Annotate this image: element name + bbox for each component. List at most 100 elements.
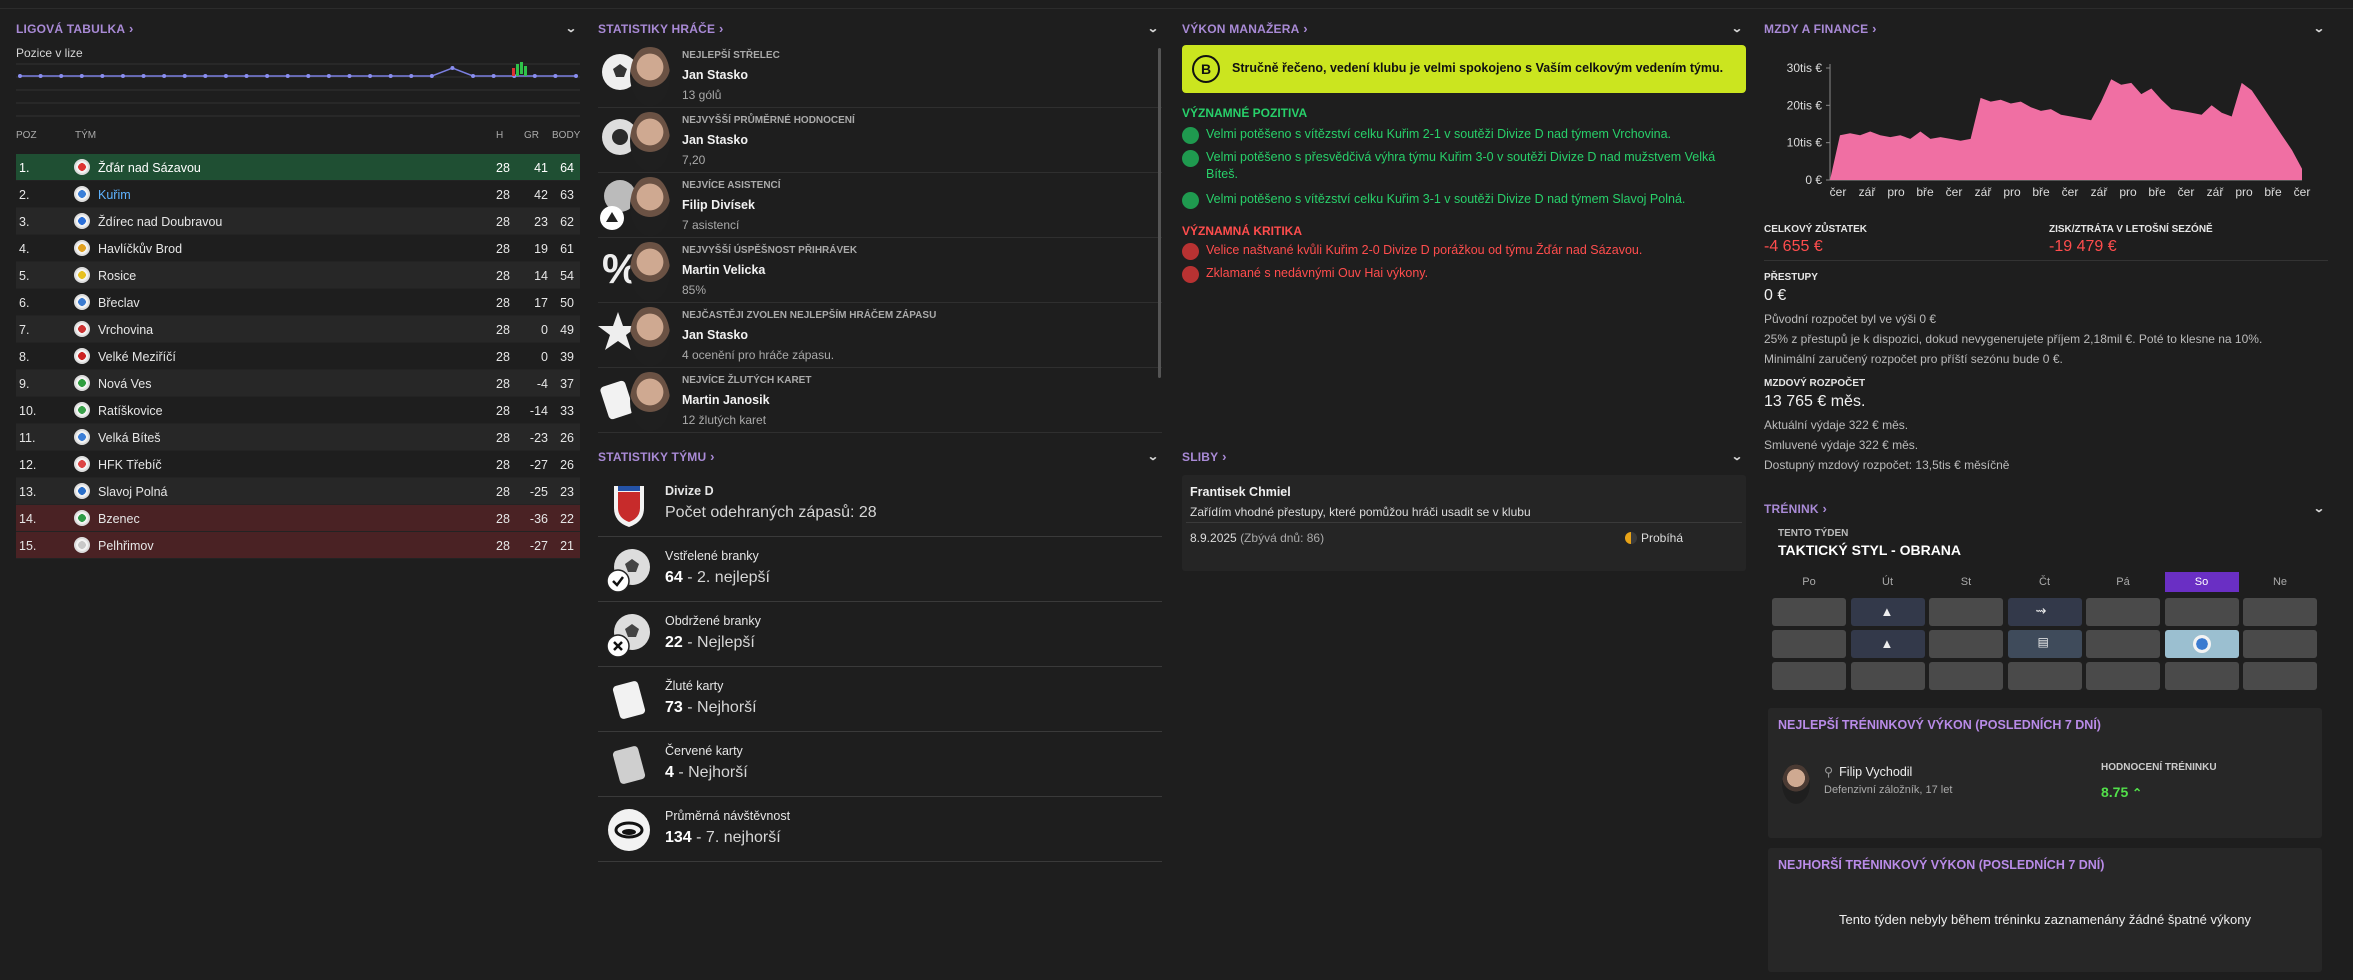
- row-team[interactable]: Bzenec: [98, 512, 140, 526]
- promises-title[interactable]: SLIBY: [1182, 449, 1227, 464]
- training-slot[interactable]: [1772, 598, 1846, 626]
- league-table-title[interactable]: LIGOVÁ TABULKA: [16, 21, 134, 36]
- table-row[interactable]: 2. Kuřim 28 42 63: [16, 181, 580, 208]
- row-team[interactable]: HFK Třebíč: [98, 458, 162, 472]
- training-slot[interactable]: ▤: [2007, 630, 2082, 658]
- row-team[interactable]: Ždírec nad Doubravou: [98, 215, 222, 229]
- day-header[interactable]: St: [1929, 572, 2003, 592]
- best-player[interactable]: ⚲ Filip Vychodil: [1824, 764, 1912, 779]
- team-stat-row[interactable]: Žluté karty 73 - Nejhorší: [598, 667, 1162, 732]
- training-slot[interactable]: [2086, 662, 2160, 690]
- day-header[interactable]: Čt: [2008, 572, 2082, 592]
- training-slot[interactable]: [2164, 662, 2239, 690]
- row-team[interactable]: Slavoj Polná: [98, 485, 168, 499]
- player-avatar[interactable]: [1782, 764, 1810, 804]
- player-stat-row[interactable]: NEJVÍCE ŽLUTÝCH KARET Martin Janosik 12 žl…: [598, 369, 1162, 433]
- chevron-down-icon[interactable]: ⌄: [1144, 21, 1162, 35]
- table-row[interactable]: 9. Nová Ves 28 -4 37: [16, 370, 580, 397]
- day-header[interactable]: Út: [1851, 572, 1925, 592]
- training-title[interactable]: TRÉNINK: [1764, 501, 1827, 516]
- day-header[interactable]: So: [2164, 572, 2239, 592]
- chevron-down-icon[interactable]: ⌄: [1144, 449, 1162, 463]
- player-name[interactable]: Jan Stasko: [682, 68, 748, 82]
- chevron-down-icon[interactable]: ⌄: [1728, 21, 1746, 35]
- finance-title[interactable]: MZDY A FINANCE: [1764, 21, 1877, 36]
- player-stat-row[interactable]: NEJČASTĚJI ZVOLEN NEJLEPŠÍM HRÁČEM ZÁPAS…: [598, 304, 1162, 368]
- row-team[interactable]: Rosice: [98, 269, 136, 283]
- table-row[interactable]: 5. Rosice 28 14 54: [16, 262, 580, 289]
- training-slot[interactable]: [1929, 662, 2003, 690]
- training-slot[interactable]: [2086, 598, 2160, 626]
- table-row[interactable]: 1. Žďár nad Sázavou 28 41 64: [16, 154, 580, 181]
- chevron-down-icon[interactable]: ⌄: [1728, 449, 1746, 463]
- training-slot[interactable]: ⇝: [2007, 598, 2082, 626]
- table-row[interactable]: 4. Havlíčkův Brod 28 19 61: [16, 235, 580, 262]
- table-row[interactable]: 11. Velká Bíteš 28 -23 26: [16, 424, 580, 451]
- row-team[interactable]: Břeclav: [98, 296, 140, 310]
- player-stats-title[interactable]: STATISTIKY HRÁČE: [598, 21, 724, 36]
- row-team[interactable]: Ratíškovice: [98, 404, 163, 418]
- chevron-down-icon[interactable]: ⌄: [2310, 501, 2328, 515]
- player-name[interactable]: Jan Stasko: [682, 133, 748, 147]
- team-stat-row[interactable]: Vstřelené branky 64 - 2. nejlepší: [598, 537, 1162, 602]
- training-slot[interactable]: [2164, 630, 2239, 658]
- promise-card[interactable]: Frantisek Chmiel Zařídím vhodné přestupy…: [1182, 475, 1746, 571]
- player-name[interactable]: Jan Stasko: [682, 328, 748, 342]
- player-photo[interactable]: [630, 111, 670, 171]
- player-stat-row[interactable]: NEJVÍCE ASISTENCÍ Filip Divísek 7 asistenc…: [598, 174, 1162, 238]
- training-slot[interactable]: [1929, 598, 2003, 626]
- training-slot[interactable]: [2086, 630, 2160, 658]
- table-row[interactable]: 7. Vrchovina 28 0 49: [16, 316, 580, 343]
- manager-title[interactable]: VÝKON MANAŽERA: [1182, 21, 1308, 36]
- team-stat-row[interactable]: Průměrná návštěvnost 134 - 7. nejhorší: [598, 797, 1162, 862]
- player-photo[interactable]: [630, 306, 670, 366]
- training-slot[interactable]: [2164, 598, 2239, 626]
- row-team[interactable]: Velká Bíteš: [98, 431, 161, 445]
- player-photo[interactable]: [630, 241, 670, 301]
- training-slot[interactable]: [1850, 662, 1925, 690]
- player-name[interactable]: Filip Divísek: [682, 198, 755, 212]
- row-team[interactable]: Vrchovina: [98, 323, 153, 337]
- training-slot[interactable]: [1772, 662, 1846, 690]
- row-team[interactable]: Nová Ves: [98, 377, 152, 391]
- team-stats-title[interactable]: STATISTIKY TÝMU: [598, 449, 715, 464]
- training-slot[interactable]: [2243, 662, 2317, 690]
- table-row[interactable]: 10. Ratíškovice 28 -14 33: [16, 397, 580, 424]
- day-header[interactable]: Po: [1772, 572, 1846, 592]
- team-stat-row[interactable]: Obdržené branky 22 - Nejlepší: [598, 602, 1162, 667]
- row-team[interactable]: Pelhřimov: [98, 539, 154, 553]
- training-slot[interactable]: [2007, 662, 2082, 690]
- training-slot[interactable]: [2243, 598, 2317, 626]
- player-stat-row[interactable]: NEJVYŠŠÍ PRŮMĚRNÉ HODNOCENÍ Jan Stasko 7,2…: [598, 109, 1162, 173]
- player-stat-row[interactable]: NEJLEPŠÍ STŘELEC Jan Stasko 13 gólů: [598, 44, 1162, 108]
- player-stat-row[interactable]: % NEJVYŠŠÍ ÚSPĚŠNOST PŘIHRÁVEK Martin Veli…: [598, 239, 1162, 303]
- player-photo[interactable]: [630, 46, 670, 106]
- table-row[interactable]: 3. Ždírec nad Doubravou 28 23 62: [16, 208, 580, 235]
- training-slot[interactable]: ▲: [1850, 630, 1925, 658]
- table-row[interactable]: 15. Pelhřimov 28 -27 21: [16, 532, 580, 559]
- day-header[interactable]: Pá: [2086, 572, 2160, 592]
- row-team[interactable]: Havlíčkův Brod: [98, 242, 182, 256]
- day-header[interactable]: Ne: [2243, 572, 2317, 592]
- team-stat-row[interactable]: Divize D Počet odehraných zápasů: 28: [598, 472, 1162, 537]
- table-row[interactable]: 12. HFK Třebíč 28 -27 26: [16, 451, 580, 478]
- player-photo[interactable]: [630, 176, 670, 236]
- table-row[interactable]: 6. Břeclav 28 17 50: [16, 289, 580, 316]
- scrollbar[interactable]: [1158, 48, 1161, 378]
- chevron-down-icon[interactable]: ⌄: [562, 21, 580, 35]
- team-stat-row[interactable]: Červené karty 4 - Nejhorší: [598, 732, 1162, 797]
- row-team[interactable]: Velké Meziříčí: [98, 350, 176, 364]
- promise-person[interactable]: Frantisek Chmiel: [1190, 485, 1291, 499]
- player-name[interactable]: Martin Janosik: [682, 393, 770, 407]
- table-row[interactable]: 13. Slavoj Polná 28 -25 23: [16, 478, 580, 505]
- player-name[interactable]: Martin Velicka: [682, 263, 765, 277]
- training-slot[interactable]: [2243, 630, 2317, 658]
- training-slot[interactable]: ▲: [1850, 598, 1925, 626]
- training-slot[interactable]: [1929, 630, 2003, 658]
- training-slot[interactable]: [1772, 630, 1846, 658]
- row-team[interactable]: Žďár nad Sázavou: [98, 161, 201, 175]
- table-row[interactable]: 8. Velké Meziříčí 28 0 39: [16, 343, 580, 370]
- row-team[interactable]: Kuřim: [98, 188, 131, 202]
- chevron-down-icon[interactable]: ⌄: [2310, 21, 2328, 35]
- player-photo[interactable]: [630, 371, 670, 431]
